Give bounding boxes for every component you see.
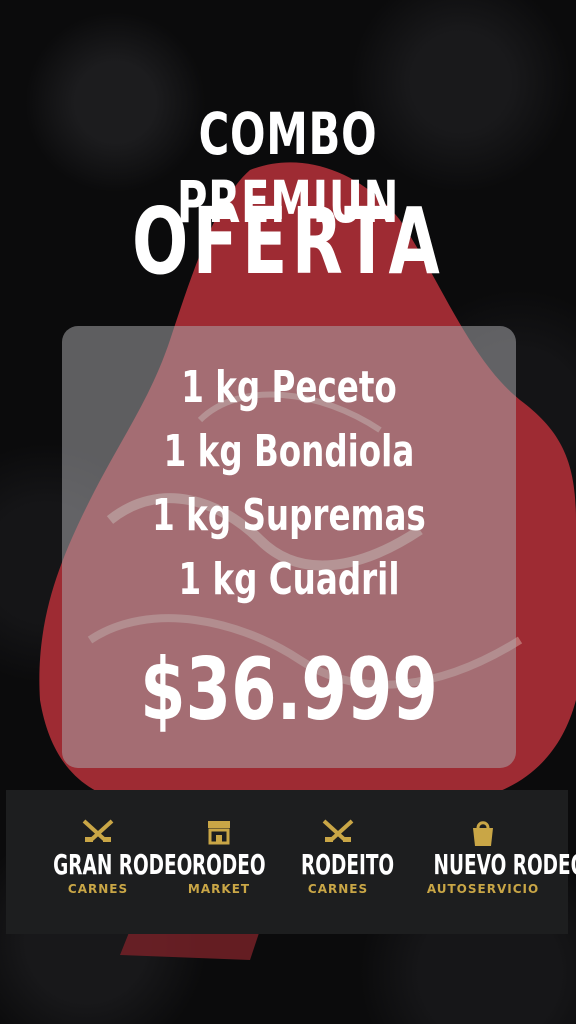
brand-sub: CARNES	[67, 882, 129, 896]
brand-nuevo-rodeo: NUEVO RODEO AUTOSERVICIO	[408, 790, 576, 934]
crossed-knives-icon	[322, 819, 354, 842]
brand-name: RODEO	[191, 848, 266, 881]
brand-rodeito: RODEITO CARNES	[282, 790, 394, 934]
crossed-knives-icon	[82, 819, 114, 842]
item-cuadril: 1 kg Cuadril	[178, 554, 400, 605]
brand-sub: CARNES	[307, 882, 369, 896]
item-bondiola: 1 kg Bondiola	[163, 426, 415, 477]
brand-sub: MARKET	[187, 882, 251, 896]
item-supremas: 1 kg Supremas	[152, 490, 426, 541]
brands-footer: GRAN RODEO CARNES RODEO MARKET RODEITO C…	[6, 790, 576, 934]
price: $36.999	[140, 640, 438, 740]
storefront-icon	[208, 821, 230, 845]
brand-name: GRAN RODEO	[53, 848, 193, 881]
brand-gran-rodeo: GRAN RODEO CARNES	[30, 790, 193, 934]
shopping-bag-icon	[473, 821, 493, 846]
brand-sub: AUTOSERVICIO	[426, 882, 540, 896]
brand-name: NUEVO RODEO	[433, 848, 576, 881]
item-peceto: 1 kg Peceto	[181, 362, 397, 413]
headline-offer: OFERTA	[131, 188, 445, 295]
brand-name: RODEITO	[301, 848, 395, 881]
brand-rodeo-market: RODEO MARKET	[178, 790, 266, 934]
